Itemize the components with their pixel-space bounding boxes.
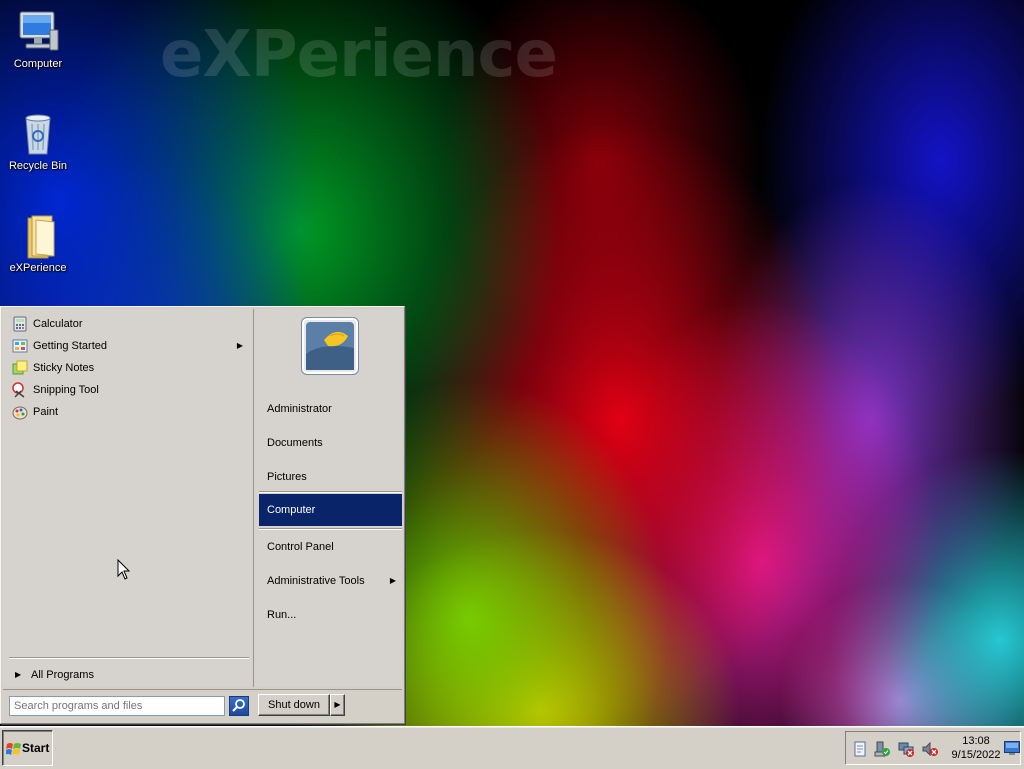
desktop-icon-label: Recycle Bin <box>8 160 68 172</box>
windows-logo-icon <box>6 743 21 755</box>
program-item-paint[interactable]: Paint <box>3 401 253 423</box>
safely-remove-hardware-icon[interactable] <box>874 741 890 757</box>
desktop[interactable]: eXPerience Computer Recycle Bin eXPerien <box>0 0 1024 726</box>
computer-icon <box>19 11 59 51</box>
search-icon <box>232 699 245 712</box>
places-item-administrator[interactable]: Administrator <box>259 393 402 425</box>
start-menu-places-pane: Administrator Documents Pictures Compute… <box>255 309 402 687</box>
all-programs-label: All Programs <box>31 669 94 681</box>
places-separator <box>259 528 402 530</box>
network-disconnected-icon[interactable] <box>898 741 914 757</box>
start-button[interactable]: Start <box>2 730 53 766</box>
search-input[interactable] <box>9 696 225 716</box>
program-item-label: Sticky Notes <box>33 362 95 374</box>
program-item-label: Paint <box>33 406 59 418</box>
desktop-icon-computer[interactable]: Computer <box>0 8 76 70</box>
snipping-tool-icon <box>12 382 25 398</box>
places-item-control-panel[interactable]: Control Panel <box>259 531 402 563</box>
volume-muted-icon[interactable] <box>922 741 938 757</box>
system-tray: 13:08 9/15/2022 <box>845 731 1021 765</box>
all-programs-separator <box>9 657 249 659</box>
sticky-notes-icon <box>12 360 28 375</box>
mouse-cursor-icon <box>117 559 131 580</box>
clock-time: 13:08 <box>962 735 990 747</box>
shutdown-button[interactable]: Shut down <box>258 694 330 716</box>
places-item-run[interactable]: Run... <box>259 599 402 631</box>
places-item-computer[interactable]: Computer <box>259 494 402 526</box>
places-item-label: Documents <box>267 437 323 449</box>
show-desktop-icon[interactable] <box>1004 741 1020 755</box>
desktop-icon-label: eXPerience <box>9 262 67 274</box>
submenu-arrow-icon: ▶ <box>236 341 243 350</box>
start-menu-programs-pane: Calculator Getting Started ▶ Sticky Note… <box>3 309 254 687</box>
submenu-arrow-icon: ▶ <box>389 576 396 585</box>
getting-started-icon <box>12 339 28 353</box>
desktop-icon-experience-folder[interactable]: eXPerience <box>0 212 76 274</box>
program-item-getting-started[interactable]: Getting Started ▶ <box>3 335 253 357</box>
all-programs-button[interactable]: ▶ All Programs <box>9 665 251 685</box>
wallpaper-watermark: eXPerience <box>160 18 558 92</box>
action-center-icon[interactable] <box>852 741 868 757</box>
start-menu: Calculator Getting Started ▶ Sticky Note… <box>0 306 405 724</box>
search-button[interactable] <box>229 696 249 716</box>
paint-icon <box>12 406 28 420</box>
expand-arrow-icon: ▶ <box>15 670 22 679</box>
places-separator <box>259 491 402 493</box>
program-item-snipping-tool[interactable]: Snipping Tool <box>3 379 253 401</box>
program-item-label: Calculator <box>33 318 83 330</box>
places-item-documents[interactable]: Documents <box>259 427 402 459</box>
chevron-right-icon: ▶ <box>334 700 341 709</box>
start-button-label: Start <box>22 741 50 755</box>
user-picture[interactable] <box>301 317 359 375</box>
clock[interactable]: 13:08 9/15/2022 <box>946 734 1006 762</box>
recycle-bin-icon <box>25 114 51 155</box>
program-item-label: Snipping Tool <box>33 384 99 396</box>
places-item-label: Computer <box>267 504 316 516</box>
program-item-sticky-notes[interactable]: Sticky Notes <box>3 357 253 379</box>
desktop-icon-label: Computer <box>13 58 63 70</box>
calculator-icon <box>13 316 27 332</box>
user-avatar-icon <box>306 322 354 370</box>
places-item-label: Run... <box>267 609 297 621</box>
places-item-label: Administrator <box>267 403 332 415</box>
desktop-icon-recycle-bin[interactable]: Recycle Bin <box>0 110 76 172</box>
places-item-administrative-tools[interactable]: Administrative Tools ▶ <box>259 565 402 597</box>
program-item-label: Getting Started <box>33 340 107 352</box>
places-item-label: Control Panel <box>267 541 334 553</box>
places-item-pictures[interactable]: Pictures <box>259 461 402 493</box>
folder-icon <box>27 215 55 259</box>
shutdown-options-button[interactable]: ▶ <box>330 694 345 716</box>
places-item-label: Pictures <box>267 471 307 483</box>
taskbar: Start 13:08 9/15/2022 <box>0 726 1024 769</box>
program-item-calculator[interactable]: Calculator <box>3 313 253 335</box>
start-menu-bottom-row: Shut down ▶ <box>3 689 402 722</box>
clock-date: 9/15/2022 <box>951 749 1001 761</box>
places-item-label: Administrative Tools <box>267 575 365 587</box>
